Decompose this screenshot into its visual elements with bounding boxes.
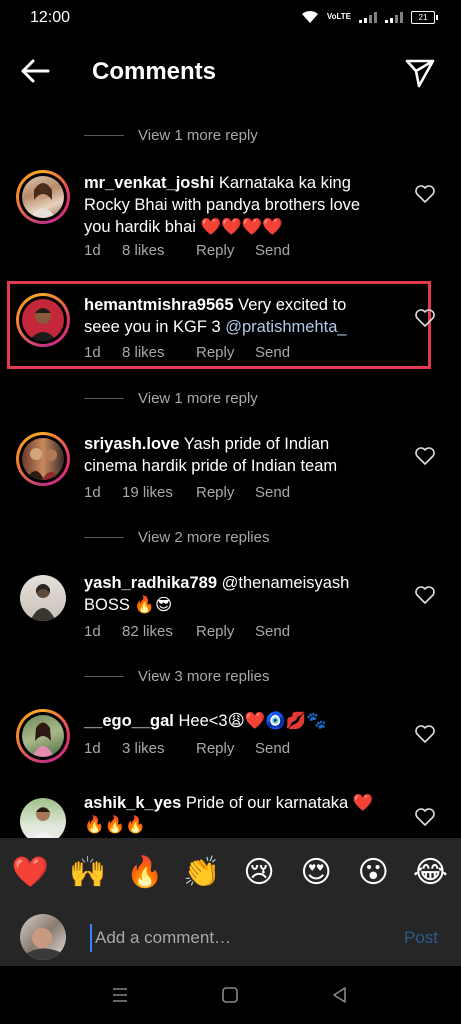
status-icons: VoLTE 21 — [301, 10, 438, 24]
view-more-replies[interactable]: View 1 more reply — [84, 124, 258, 146]
comment-meta: 1d 8 likes Reply Send — [84, 242, 290, 259]
signal-icon-2 — [385, 11, 403, 23]
emoji-heart-eyes[interactable]: 😍 — [295, 852, 337, 894]
back-arrow-icon[interactable] — [16, 54, 56, 88]
send-button[interactable]: Send — [255, 740, 290, 757]
comment-time: 1d — [84, 740, 101, 757]
view-more-replies[interactable]: View 1 more reply — [84, 387, 258, 409]
signal-icon — [359, 11, 377, 23]
heart-icon[interactable] — [414, 585, 436, 605]
view-more-label: View 1 more reply — [138, 389, 258, 407]
mention-link[interactable]: @pratishmehta_ — [225, 318, 346, 336]
emoji-raising-hands[interactable]: 🙌 — [67, 852, 109, 894]
paper-plane-icon[interactable] — [402, 54, 438, 90]
comment-meta: 1d 82 likes Reply Send — [84, 623, 290, 640]
emoji-fire[interactable]: 🔥 — [124, 852, 166, 894]
divider — [84, 397, 124, 399]
emoji-quick-bar: ❤️ 🙌 🔥 👏 😢 😍 😮 😂 — [0, 838, 461, 908]
comment-text: ashik_k_yes Pride of our karnataka ❤️🔥🔥🔥 — [84, 792, 384, 836]
comment-username[interactable]: ashik_k_yes — [84, 794, 181, 812]
view-more-replies[interactable]: View 2 more replies — [84, 526, 269, 548]
avatar[interactable] — [16, 293, 70, 347]
comment-username[interactable]: hemantmishra9565 — [84, 296, 234, 314]
comment-time: 1d — [84, 344, 101, 361]
avatar[interactable] — [16, 709, 70, 763]
comment-text: __ego__gal Hee<3😩❤️🧿💋🐾 — [84, 710, 384, 732]
heart-icon[interactable] — [414, 807, 436, 827]
emoji-crying-face[interactable]: 😢 — [238, 852, 280, 894]
comment-time: 1d — [84, 623, 101, 640]
status-time: 12:00 — [30, 9, 71, 26]
menu-icon[interactable] — [108, 984, 132, 1006]
comment-text: mr_venkat_joshi Karnataka ka king Rocky … — [84, 172, 384, 238]
comment-item: ashik_k_yes Pride of our karnataka ❤️🔥🔥🔥 — [0, 792, 461, 838]
divider — [84, 675, 124, 677]
comment-meta: 1d 8 likes Reply Send — [84, 344, 290, 361]
send-button[interactable]: Send — [255, 242, 290, 259]
comment-input[interactable] — [90, 924, 387, 952]
comment-meta: 1d 3 likes Reply Send — [84, 740, 290, 757]
comment-time: 1d — [84, 242, 101, 259]
comment-time: 1d — [84, 484, 101, 501]
wifi-icon — [301, 10, 318, 23]
emoji-tears-of-joy[interactable]: 😂 — [409, 852, 451, 894]
comment-text: yash_radhika789 @thenameisyash BOSS 🔥😎 — [84, 572, 384, 616]
view-more-label: View 1 more reply — [138, 126, 258, 144]
likes-count[interactable]: 19 likes — [122, 484, 196, 501]
reply-button[interactable]: Reply — [196, 242, 255, 259]
heart-icon[interactable] — [414, 308, 436, 328]
volte-label: VoLTE — [326, 12, 351, 21]
avatar[interactable] — [16, 794, 70, 838]
system-nav-bar — [0, 966, 461, 1024]
comment-text: hemantmishra9565 Very excited to seee yo… — [84, 294, 384, 338]
divider — [84, 536, 124, 538]
view-more-label: View 3 more replies — [138, 667, 270, 685]
likes-count[interactable]: 82 likes — [122, 623, 196, 640]
avatar[interactable] — [16, 170, 70, 224]
emoji-clapping-hands[interactable]: 👏 — [181, 852, 223, 894]
page-title: Comments — [92, 58, 217, 85]
send-button[interactable]: Send — [255, 623, 290, 640]
send-button[interactable]: Send — [255, 484, 290, 501]
reply-button[interactable]: Reply — [196, 623, 255, 640]
comment-text: sriyash.love Yash pride of Indian cinema… — [84, 433, 384, 477]
heart-icon[interactable] — [414, 184, 436, 204]
post-button[interactable]: Post — [404, 928, 438, 948]
status-bar: 12:00 VoLTE 21 — [0, 0, 461, 36]
comment-body: Hee<3😩❤️🧿💋🐾 — [178, 712, 327, 730]
reply-button[interactable]: Reply — [196, 740, 255, 757]
emoji-surprised-face[interactable]: 😮 — [352, 852, 394, 894]
view-more-replies[interactable]: View 3 more replies — [84, 665, 269, 687]
home-icon[interactable] — [218, 984, 242, 1006]
comment-username[interactable]: mr_venkat_joshi — [84, 174, 214, 192]
current-user-avatar[interactable] — [20, 914, 66, 960]
back-triangle-icon[interactable] — [328, 984, 352, 1006]
avatar[interactable] — [16, 571, 70, 625]
comment-username[interactable]: yash_radhika789 — [84, 574, 217, 592]
comment-username[interactable]: sriyash.love — [84, 435, 179, 453]
divider — [84, 134, 124, 136]
send-button[interactable]: Send — [255, 344, 290, 361]
avatar[interactable] — [16, 432, 70, 486]
likes-count[interactable]: 8 likes — [122, 242, 196, 259]
comment-meta: 1d 19 likes Reply Send — [84, 484, 290, 501]
battery-icon: 21 — [411, 10, 438, 24]
header: Comments — [0, 36, 461, 106]
comment-composer: Post — [0, 908, 461, 966]
emoji-red-heart[interactable]: ❤️ — [10, 852, 52, 894]
heart-icon[interactable] — [414, 446, 436, 466]
likes-count[interactable]: 8 likes — [122, 344, 196, 361]
view-more-label: View 2 more replies — [138, 528, 270, 546]
likes-count[interactable]: 3 likes — [122, 740, 196, 757]
comment-username[interactable]: __ego__gal — [84, 712, 174, 730]
reply-button[interactable]: Reply — [196, 344, 255, 361]
reply-button[interactable]: Reply — [196, 484, 255, 501]
heart-icon[interactable] — [414, 724, 436, 744]
